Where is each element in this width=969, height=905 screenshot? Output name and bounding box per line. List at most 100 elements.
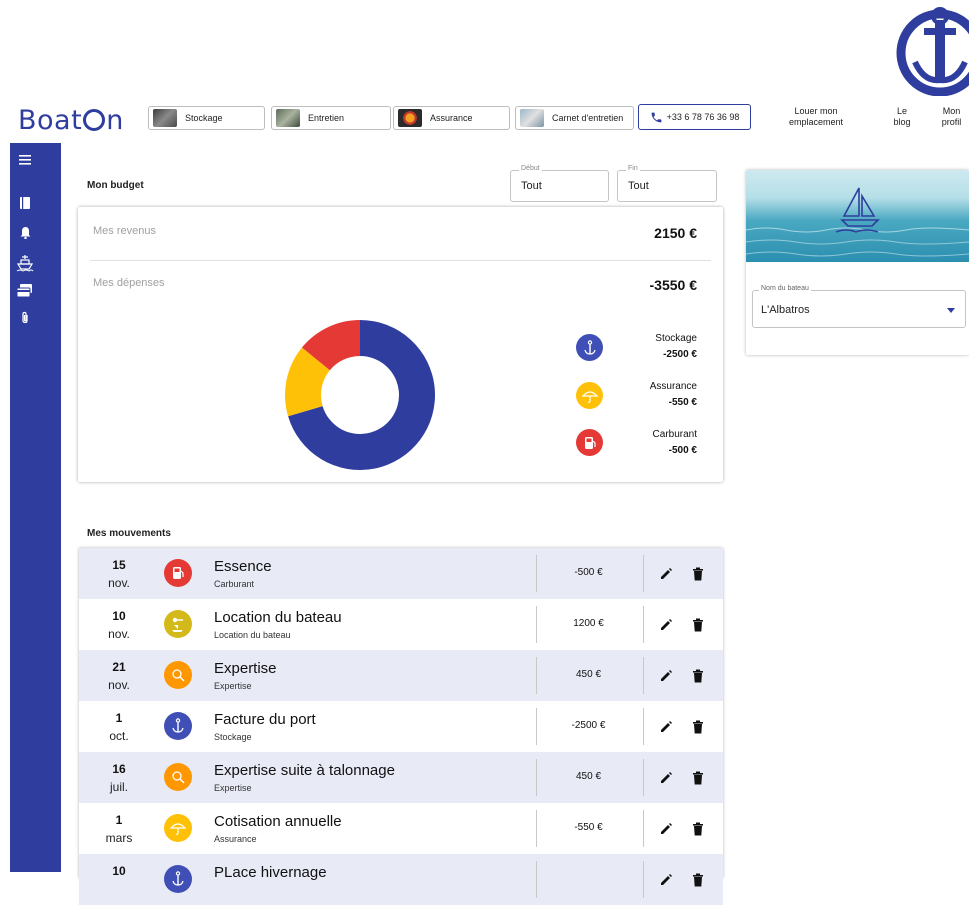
delete-icon[interactable]	[692, 618, 704, 632]
row-amount: 450 €	[575, 669, 602, 680]
delete-icon[interactable]	[692, 822, 704, 836]
nav-entretien-button[interactable]: Entretien	[271, 106, 391, 130]
link-blog-line1: Le	[896, 106, 907, 116]
book-icon[interactable]	[10, 197, 40, 209]
legend-stockage-anchor-icon	[576, 334, 603, 361]
row-month: nov.	[108, 576, 130, 590]
brand-power-icon	[83, 109, 106, 131]
fuel-icon	[164, 559, 192, 587]
key-boat-icon	[164, 610, 192, 638]
menu-icon[interactable]	[10, 155, 40, 165]
row-amount: -2500 €	[571, 720, 606, 731]
table-row[interactable]: 16 juil. Expertise suite à talonnage Expert…	[79, 752, 723, 803]
expense-value: -3550 €	[649, 277, 697, 293]
entretien-photo-icon	[276, 109, 300, 127]
delete-icon[interactable]	[692, 720, 704, 734]
nav-stockage-button[interactable]: Stockage	[148, 106, 265, 130]
table-row[interactable]: 1 mars Cotisation annuelle Assurance -550 €	[79, 803, 723, 854]
row-title: Cotisation annuelle	[214, 813, 342, 830]
legend-carburant-name: Carburant	[652, 429, 697, 440]
edit-icon[interactable]	[659, 822, 673, 836]
table-row[interactable]: 15 nov. Essence Carburant -500 €	[79, 548, 723, 599]
edit-icon[interactable]	[659, 873, 673, 887]
anchor-icon	[164, 712, 192, 740]
nav-assurance-label: Assurance	[430, 113, 473, 123]
delete-icon[interactable]	[692, 873, 704, 887]
legend-carburant-amount: -500 €	[668, 445, 697, 456]
boat-card: Nom du bateau L'Albatros	[746, 170, 969, 355]
stockage-photo-icon	[153, 109, 177, 127]
anchor-logo-icon[interactable]	[888, 4, 969, 96]
search-icon	[164, 661, 192, 689]
link-profil[interactable]: Mon profil	[934, 106, 969, 128]
start-date-label: Début	[519, 165, 542, 172]
delete-icon[interactable]	[692, 771, 704, 785]
link-profil-line1: Mon	[942, 106, 961, 116]
expense-donut-chart	[285, 320, 435, 470]
nav-stockage-label: Stockage	[185, 113, 223, 123]
link-blog[interactable]: Le blog	[884, 106, 920, 128]
phone-button[interactable]: +33 6 78 76 36 98	[638, 104, 751, 130]
row-day: 15	[112, 558, 126, 572]
row-month: mars	[105, 831, 133, 845]
brand-prefix: Boat	[18, 105, 83, 136]
start-date-value: Tout	[521, 180, 542, 192]
delete-icon[interactable]	[692, 669, 704, 683]
boat-sea-image	[746, 170, 969, 262]
budget-card: Mes revenus 2150 € Mes dépenses -3550 € …	[78, 207, 723, 482]
chevron-down-icon	[947, 308, 955, 313]
legend-carburant: Carburant -500 €	[653, 427, 697, 459]
row-amount: -550 €	[574, 822, 603, 833]
card-icon[interactable]	[10, 284, 40, 298]
nav-carnet-label: Carnet d'entretien	[552, 113, 624, 123]
edit-icon[interactable]	[659, 669, 673, 683]
movements-title: Mes mouvements	[87, 528, 171, 539]
delete-icon[interactable]	[692, 567, 704, 581]
bell-icon[interactable]	[10, 227, 40, 239]
legend-carburant-fuel-icon	[576, 429, 603, 456]
legend-stockage: Stockage -2500 €	[655, 331, 697, 363]
budget-title: Mon budget	[87, 180, 144, 191]
legend-stockage-name: Stockage	[655, 333, 697, 344]
row-separator	[643, 708, 644, 745]
end-date-label: Fin	[626, 165, 640, 172]
table-row[interactable]: 10 PLace hivernage	[79, 854, 723, 905]
edit-icon[interactable]	[659, 720, 673, 734]
nav-assurance-button[interactable]: Assurance	[393, 106, 510, 130]
nav-carnet-button[interactable]: Carnet d'entretien	[515, 106, 634, 130]
row-separator	[643, 861, 644, 898]
income-label: Mes revenus	[93, 225, 156, 237]
edit-icon[interactable]	[659, 771, 673, 785]
paperclip-icon[interactable]	[10, 311, 40, 325]
legend-assurance-name: Assurance	[649, 381, 697, 392]
table-row[interactable]: 10 nov. Location du bateau Location du bate…	[79, 599, 723, 650]
search-icon	[164, 763, 192, 791]
link-louer-line2: emplacement	[788, 117, 844, 127]
movements-table: 15 nov. Essence Carburant -500 € 10 nov. Locati…	[79, 548, 723, 905]
ship-icon[interactable]	[10, 254, 40, 272]
row-category: Expertise	[214, 783, 252, 793]
phone-number: +33 6 78 76 36 98	[666, 112, 740, 122]
brand-logo[interactable]: Boat n	[18, 105, 124, 136]
legend-assurance-umbrella-icon	[576, 382, 603, 409]
row-title: Expertise	[214, 660, 277, 677]
row-title: Facture du port	[214, 711, 316, 728]
row-category: Expertise	[214, 681, 252, 691]
end-date-field[interactable]: Fin Tout	[617, 165, 717, 202]
row-day: 1	[115, 711, 123, 725]
income-value: 2150 €	[654, 225, 697, 241]
link-louer-emplacement[interactable]: Louer mon emplacement	[781, 106, 851, 128]
row-title: Expertise suite à talonnage	[214, 762, 395, 779]
boat-name-select[interactable]: Nom du bateau L'Albatros	[752, 285, 966, 328]
table-row[interactable]: 1 oct. Facture du port Stockage -2500 €	[79, 701, 723, 752]
edit-icon[interactable]	[659, 618, 673, 632]
anchor-icon	[164, 865, 192, 893]
row-day: 1	[115, 813, 123, 827]
table-row[interactable]: 21 nov. Expertise Expertise 450 €	[79, 650, 723, 701]
link-blog-line2: blog	[893, 117, 911, 127]
edit-icon[interactable]	[659, 567, 673, 581]
row-day: 10	[112, 609, 126, 623]
start-date-field[interactable]: Début Tout	[510, 165, 609, 202]
umbrella-icon	[164, 814, 192, 842]
row-amount: 1200 €	[573, 618, 604, 629]
